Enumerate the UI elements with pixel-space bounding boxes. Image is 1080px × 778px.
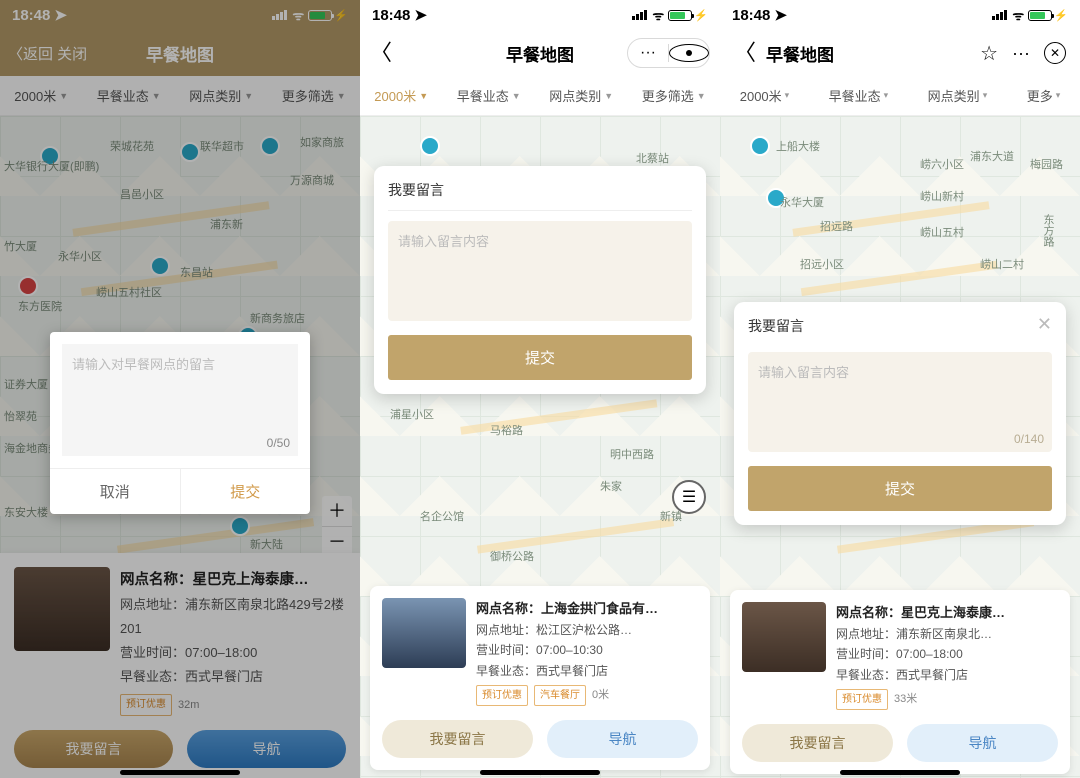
- status-bar: 18:48➤ ᯤ ⚡: [720, 0, 1080, 30]
- signal-icon: [632, 10, 648, 20]
- poi-card: 网点名称：上海金拱门食品有… 网点地址：松江区沪松公路… 营业时间：07:00–…: [370, 586, 710, 770]
- nav-header: 〈 早餐地图 ···: [360, 30, 720, 76]
- poi-image: [382, 598, 466, 668]
- close-icon[interactable]: ✕: [1037, 314, 1052, 335]
- home-indicator: [840, 770, 960, 775]
- message-textarea[interactable]: 请输入对早餐网点的留言 0/50: [62, 344, 298, 456]
- list-toggle-button[interactable]: ☰: [672, 480, 706, 514]
- poi-tag: 预订优惠: [836, 689, 888, 710]
- more-icon[interactable]: ···: [1012, 43, 1030, 64]
- message-dialog: 请输入对早餐网点的留言 0/50 取消 提交: [50, 332, 310, 514]
- poi-card: 网点名称：星巴克上海泰康… 网点地址：浦东新区南泉北… 营业时间：07:00–1…: [730, 590, 1070, 774]
- page-title: 早餐地图: [766, 41, 834, 66]
- placeholder: 请输入留言内容: [758, 365, 849, 380]
- battery-icon: [1028, 10, 1052, 21]
- filter-pointtype[interactable]: 网点类别▼: [549, 86, 613, 105]
- poi-image: [742, 602, 826, 672]
- wifi-icon: ᯤ: [1012, 6, 1024, 24]
- message-textarea[interactable]: 请输入留言内容: [388, 221, 692, 321]
- navigate-button[interactable]: 导航: [907, 724, 1058, 762]
- submit-button[interactable]: 提交: [748, 466, 1052, 511]
- dialog-title: 我要留言: [748, 316, 1052, 346]
- star-icon[interactable]: ☆: [980, 41, 998, 66]
- filter-biztype[interactable]: 早餐业态▼: [457, 86, 521, 105]
- status-bar: 18:48➤ ᯤ ⚡: [360, 0, 720, 30]
- filter-pointtype[interactable]: 网点类别▾: [928, 86, 988, 105]
- filter-biztype[interactable]: 早餐业态▾: [829, 86, 889, 105]
- leave-message-button[interactable]: 我要留言: [382, 720, 533, 758]
- filter-distance[interactable]: 2000米▼: [374, 86, 428, 105]
- back-button[interactable]: 〈: [724, 42, 766, 64]
- filter-more[interactable]: 更多▾: [1027, 86, 1061, 105]
- submit-button[interactable]: 提交: [181, 469, 311, 514]
- poi-tag: 汽车餐厅: [534, 685, 586, 706]
- filter-distance[interactable]: 2000米▾: [740, 86, 789, 105]
- filter-bar: 2000米▼ 早餐业态▼ 网点类别▼ 更多筛选▼: [360, 76, 720, 116]
- placeholder: 请输入对早餐网点的留言: [72, 357, 215, 372]
- cancel-button[interactable]: 取消: [50, 469, 181, 514]
- signal-icon: [992, 10, 1008, 20]
- close-icon[interactable]: ✕: [1044, 42, 1066, 64]
- submit-button[interactable]: 提交: [388, 335, 692, 380]
- message-textarea[interactable]: 请输入留言内容 0/140: [748, 352, 1052, 452]
- target-icon[interactable]: [669, 44, 709, 62]
- char-counter: 0/50: [267, 436, 290, 450]
- dialog-title: 我要留言: [388, 180, 692, 211]
- filter-bar: 2000米▾ 早餐业态▾ 网点类别▾ 更多▾: [720, 76, 1080, 116]
- location-icon: ➤: [774, 6, 787, 24]
- home-indicator: [120, 770, 240, 775]
- home-indicator: [480, 770, 600, 775]
- more-icon[interactable]: ···: [628, 44, 668, 62]
- location-icon: ➤: [414, 6, 427, 24]
- message-dialog: 我要留言 请输入留言内容 提交: [374, 166, 706, 394]
- placeholder: 请输入留言内容: [398, 234, 489, 249]
- message-dialog: ✕ 我要留言 请输入留言内容 0/140 提交: [734, 302, 1066, 525]
- navigate-button[interactable]: 导航: [547, 720, 698, 758]
- leave-message-button[interactable]: 我要留言: [742, 724, 893, 762]
- char-counter: 0/140: [1014, 432, 1044, 446]
- filter-more[interactable]: 更多筛选▼: [642, 86, 706, 105]
- poi-tag: 预订优惠: [476, 685, 528, 706]
- miniprogram-capsule[interactable]: ···: [627, 38, 710, 68]
- wifi-icon: ᯤ: [652, 6, 664, 24]
- nav-header: 〈 早餐地图 ☆ ··· ✕: [720, 30, 1080, 76]
- back-button[interactable]: 〈: [360, 42, 402, 64]
- battery-icon: [668, 10, 692, 21]
